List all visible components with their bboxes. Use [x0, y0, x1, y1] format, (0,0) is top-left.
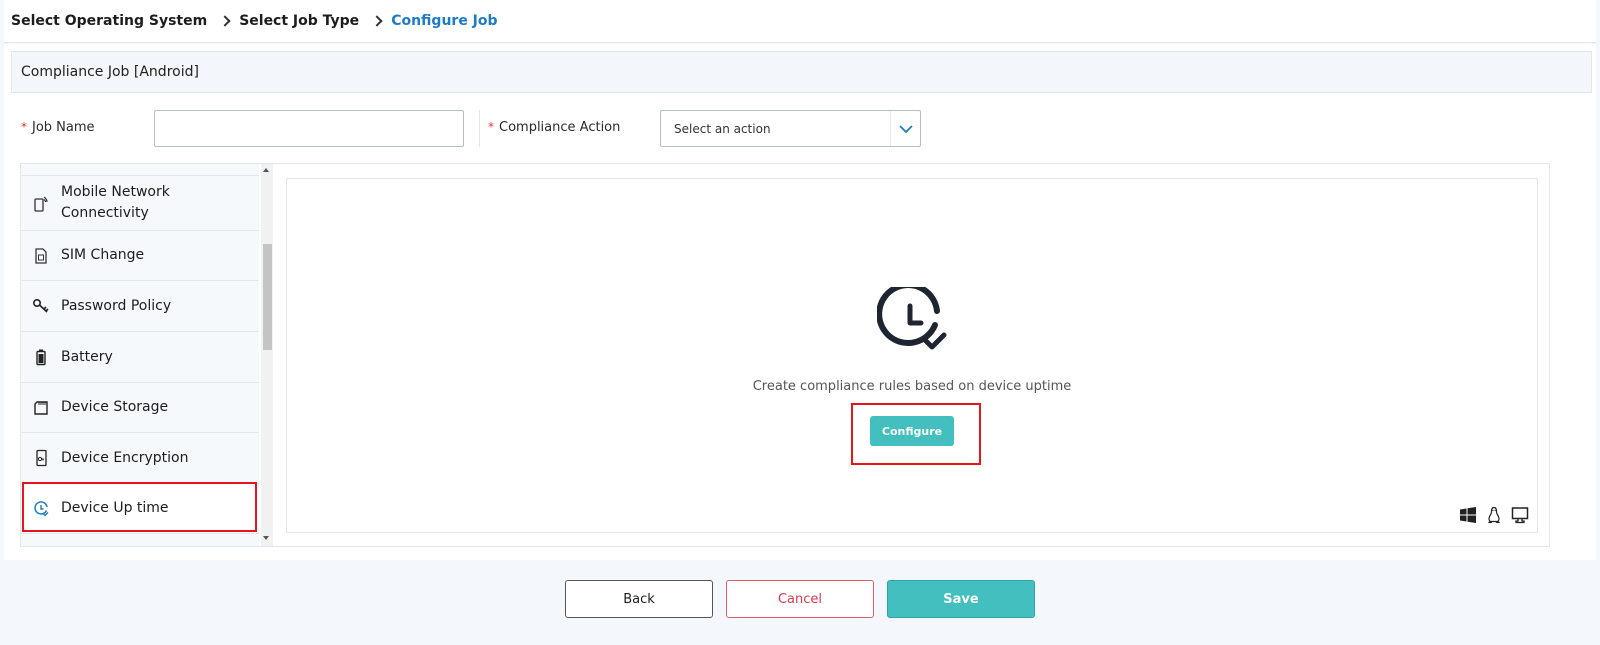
chevron-right-icon: [371, 15, 383, 27]
save-button[interactable]: Save: [887, 580, 1035, 618]
chevron-right-icon: [219, 15, 231, 27]
sidebar-item-label: Battery: [61, 348, 113, 365]
sidebar-item-device-storage[interactable]: Device Storage: [21, 383, 259, 433]
compliance-category-list: Mobile Network Connectivity SIM Change P…: [21, 164, 259, 546]
compliance-content: Mobile Network Connectivity SIM Change P…: [20, 163, 1550, 547]
linux-icon: [1485, 506, 1503, 524]
windows-icon: [1459, 506, 1477, 524]
compliance-action-label: * Compliance Action: [488, 120, 621, 135]
breadcrumb-item-configure-job: Configure Job: [391, 13, 498, 29]
breadcrumb-item-select-os[interactable]: Select Operating System: [11, 13, 207, 29]
sidebar-item-device-encryption[interactable]: Device Encryption: [21, 433, 259, 484]
battery-icon: [31, 347, 51, 367]
breadcrumb-item-select-job-type[interactable]: Select Job Type: [239, 13, 359, 29]
job-panel: Compliance Job [Android] * Job Name * Comp…: [4, 44, 1596, 560]
sidebar-item-device-uptime[interactable]: Device Up time: [21, 484, 259, 534]
scroll-down-arrow-icon[interactable]: [263, 536, 269, 540]
sidebar-scrollbar[interactable]: [261, 164, 273, 546]
chevron-down-icon[interactable]: [890, 111, 920, 146]
sidebar-item-sim-change[interactable]: SIM Change: [21, 231, 259, 281]
cancel-button[interactable]: Cancel: [726, 580, 874, 618]
scroll-up-arrow-icon[interactable]: [263, 168, 269, 172]
device-lock-icon: [31, 448, 51, 468]
key-icon: [31, 296, 51, 316]
sidebar-item-label: Password Policy: [61, 297, 172, 314]
back-button[interactable]: Back: [565, 580, 713, 618]
job-title: Compliance Job [Android]: [11, 51, 1592, 93]
configure-description: Create compliance rules based on device …: [752, 379, 1072, 394]
form-divider: [479, 110, 480, 147]
required-marker: *: [21, 120, 27, 134]
clock-check-icon: [31, 499, 51, 519]
platform-icons: [1459, 506, 1529, 524]
sim-card-icon: [31, 246, 51, 266]
sidebar-item-label: SIM Change: [61, 247, 145, 263]
sidebar-item-label: Device Encryption: [61, 449, 189, 466]
job-name-input[interactable]: [154, 110, 464, 147]
sidebar-item-label: Mobile Network Connectivity: [61, 184, 170, 221]
compliance-action-select[interactable]: Select an action: [660, 110, 921, 147]
footer-actions: Back Cancel Save: [0, 561, 1600, 645]
clock-check-icon: [877, 287, 947, 350]
list-item-partial[interactable]: [21, 164, 259, 176]
sidebar-item-mobile-network[interactable]: Mobile Network Connectivity: [21, 176, 259, 231]
sidebar-item-label: Device Up time: [61, 500, 169, 516]
job-form-row: * Job Name * Compliance Action Select an a…: [4, 110, 1596, 148]
sidebar-item-battery[interactable]: Battery: [21, 332, 259, 383]
desktop-icon: [1511, 506, 1529, 524]
mobile-network-icon: [31, 193, 51, 213]
job-name-label: * Job Name: [21, 120, 95, 135]
breadcrumb: Select Operating System Select Job Type …: [4, 0, 1596, 43]
storage-card-icon: [31, 398, 51, 418]
sidebar-item-label: Device Storage: [61, 399, 169, 415]
configure-button[interactable]: Configure: [870, 416, 954, 446]
configure-area: Create compliance rules based on device …: [286, 178, 1538, 533]
compliance-action-value: Select an action: [674, 121, 771, 136]
sidebar-item-password-policy[interactable]: Password Policy: [21, 281, 259, 332]
scroll-thumb[interactable]: [263, 244, 272, 350]
required-marker: *: [488, 120, 494, 134]
